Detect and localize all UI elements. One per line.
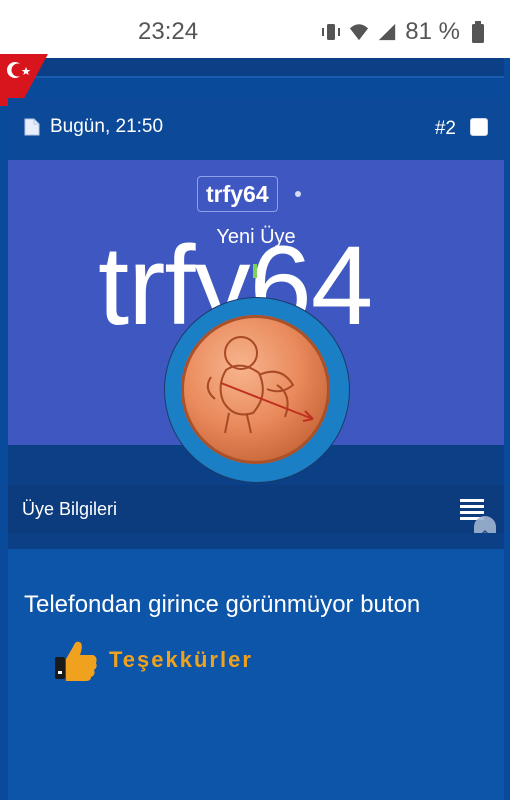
status-icons: 81 % [321,18,488,46]
post-select-checkbox[interactable] [470,118,488,136]
clock: 23:24 [138,18,199,45]
signal-icon [379,23,396,41]
thanks-label: Teşekkürler [109,647,253,672]
post-message: Telefondan girince görünmüyor buton [24,591,421,618]
wifi-icon [350,24,369,41]
vibrate-icon [322,24,341,40]
document-icon [24,118,40,136]
post-number-link[interactable]: #2 [435,118,456,140]
member-info-bar[interactable]: Üye Bilgileri [8,485,504,533]
member-info-label: Üye Bilgileri [22,499,118,519]
post-content: Telefondan girince görünmüyor buton Teşe… [8,549,504,800]
thanks-button[interactable]: Teşekkürler [53,637,253,683]
battery-icon [472,21,484,43]
status-bar: 23:24 81 % [0,0,510,58]
post-header: Bugün, 21:50 #2 [8,98,504,160]
section-divider [8,533,504,549]
thumbs-up-icon [55,641,97,681]
post-date: Bugün, 21:50 [50,116,164,137]
previous-post-strip [8,58,504,78]
battery-percent: 81 % [405,18,460,45]
user-rank: Yeni Üye [216,226,296,248]
username-link[interactable]: trfy64 [197,176,278,212]
cupid-icon [206,336,314,434]
online-indicator-mark [253,264,257,278]
online-status-dot [295,191,301,197]
avatar[interactable] [181,315,330,464]
